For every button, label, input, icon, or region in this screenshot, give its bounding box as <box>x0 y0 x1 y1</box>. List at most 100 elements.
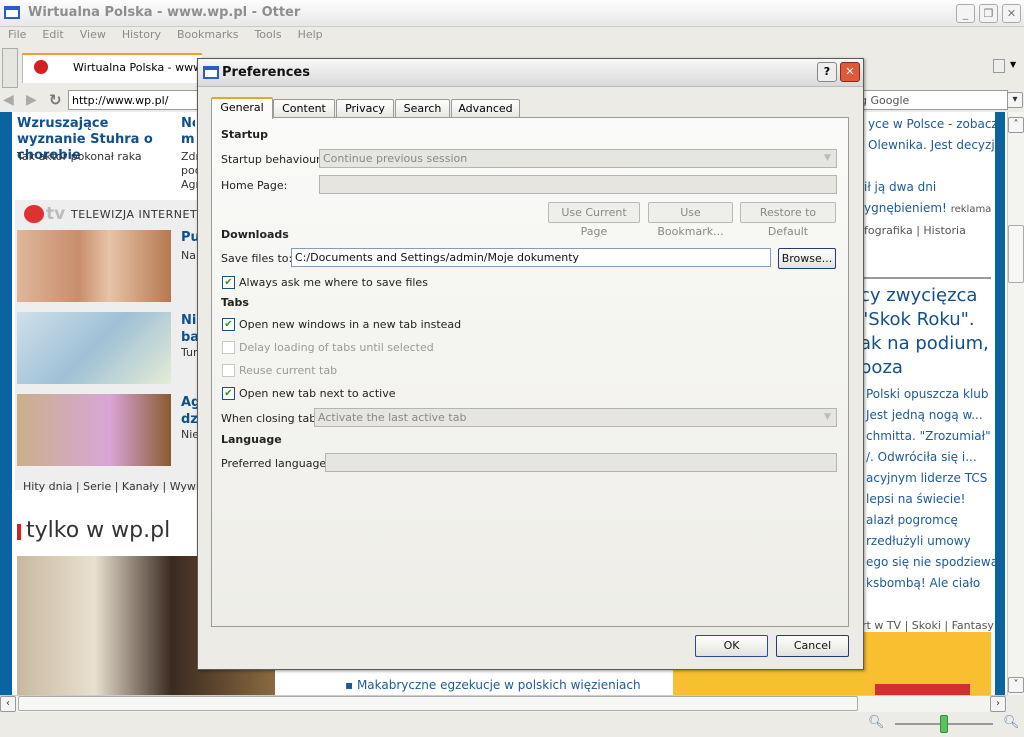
menu-help[interactable]: Help <box>290 27 331 42</box>
news-link[interactable]: ksbombą! Ale ciało <box>866 573 1002 594</box>
use-bookmark-button[interactable]: Use Bookmark... <box>648 202 733 238</box>
news-link[interactable]: Jest jedną nogą w... <box>866 405 1002 426</box>
preferred-language-input[interactable] <box>325 453 837 472</box>
tab-advanced[interactable]: Advanced <box>451 99 520 118</box>
news-link[interactable]: lepsi na świecie! <box>866 489 1002 510</box>
close-button[interactable]: ✕ <box>1002 4 1021 23</box>
restore-default-button[interactable]: Restore to Default <box>740 202 836 238</box>
browser-tab[interactable]: Wirtualna Polska - www.wp.pl <box>22 53 234 83</box>
tv-link[interactable]: Serie <box>83 480 111 493</box>
tab-privacy[interactable]: Privacy <box>336 99 394 118</box>
tv-item-title[interactable]: Ag dz <box>181 394 197 428</box>
always-ask-checkbox[interactable]: ✔ <box>222 276 235 289</box>
tv-item-title[interactable]: Nie ba <box>181 312 197 346</box>
zoom-in-icon[interactable]: 🔍︎ <box>1003 715 1020 730</box>
tv-link[interactable]: Kanały <box>122 480 159 493</box>
main-headline[interactable]: cy zwycięzca "Skok Roku". ak na podium, poz… <box>860 284 989 380</box>
tab-search[interactable]: Search <box>395 99 450 118</box>
open-new-windows-checkbox[interactable]: ✔ <box>222 318 235 331</box>
tv-thumbnail[interactable] <box>17 312 171 384</box>
tv-link[interactable]: Wywiad <box>170 480 197 493</box>
news-link[interactable]: ygnębieniem! reklama <box>864 201 991 215</box>
search-input[interactable]: g Google <box>855 90 1008 110</box>
sport-link[interactable]: Skoki <box>912 619 941 632</box>
open-next-to-active-checkbox[interactable]: ✔ <box>222 387 235 400</box>
ok-button[interactable]: OK <box>695 635 768 657</box>
forward-icon[interactable]: ▶ <box>26 92 37 108</box>
language-heading: Language <box>221 433 282 446</box>
zoom-slider-thumb[interactable] <box>940 715 948 733</box>
home-page-label: Home Page: <box>221 179 288 192</box>
news-link[interactable]: chmitta. "Zrozumiał" <box>866 426 1002 447</box>
scroll-thumb[interactable] <box>1008 225 1024 283</box>
wp-tv-logo <box>24 205 44 223</box>
save-files-label: Save files to: <box>221 252 293 265</box>
news-link[interactable]: Olewnika. Jest decyzja <box>868 138 1002 152</box>
zoom-out-icon[interactable]: 🔍︎ <box>868 715 885 730</box>
tab-content[interactable]: Content <box>273 99 335 118</box>
dialog-close-button[interactable]: ✕ <box>840 62 860 82</box>
preferences-dialog: Preferences ? ✕ General Content Privacy … <box>197 58 864 670</box>
reload-icon[interactable]: ↻ <box>49 91 62 109</box>
delay-loading-checkbox[interactable] <box>222 341 235 354</box>
tab-general[interactable]: General <box>211 97 273 119</box>
menu-edit[interactable]: Edit <box>34 27 71 42</box>
menu-file[interactable]: File <box>0 27 34 42</box>
back-icon[interactable]: ◀ <box>3 92 14 108</box>
reuse-current-tab-checkbox[interactable] <box>222 364 235 377</box>
news-link[interactable]: yce w Polsce - zobacz <box>868 117 998 131</box>
dialog-title: Preferences <box>222 65 310 80</box>
chevron-down-icon: ▼ <box>824 153 831 163</box>
hscroll-thumb[interactable] <box>18 696 858 711</box>
search-engine-dropdown[interactable]: ▾ <box>1007 92 1023 108</box>
help-button[interactable]: ? <box>817 62 837 82</box>
tv-link[interactable]: Hity dnia <box>23 480 72 493</box>
save-files-input[interactable]: C:/Documents and Settings/admin/Moje dok… <box>291 248 771 267</box>
horizontal-scrollbar[interactable]: ‹ › <box>0 695 1007 712</box>
news-link[interactable]: ił ją dwa dni <box>864 180 936 194</box>
info-link[interactable]: fografika <box>864 224 913 237</box>
news-link[interactable]: alazł pogromcę <box>866 510 1002 531</box>
tv-thumbnail[interactable] <box>17 230 171 302</box>
startup-behaviour-label: Startup behaviour: <box>221 153 325 166</box>
news-link[interactable]: Polski opuszcza klub <box>866 384 1002 405</box>
startup-heading: Startup <box>221 128 268 141</box>
sport-link[interactable]: rt w TV <box>862 619 901 632</box>
dialog-titlebar: Preferences ? ✕ <box>198 59 863 87</box>
news-link[interactable]: /. Odwróciła się i... <box>866 447 1002 468</box>
news-link[interactable]: acyjnym liderze TCS <box>866 468 1002 489</box>
sport-link[interactable]: Fantasy <box>952 619 994 632</box>
headline-link-2[interactable]: No mi <box>181 116 195 148</box>
menu-view[interactable]: View <box>72 27 114 42</box>
scroll-left-button[interactable]: ‹ <box>0 696 16 712</box>
tv-item-text: Nie <box>181 428 197 441</box>
headline-subtitle: Tak aktor pokonał raka <box>17 150 142 163</box>
menu-bookmarks[interactable]: Bookmarks <box>169 27 246 42</box>
use-current-page-button[interactable]: Use Current Page <box>548 202 640 238</box>
minimize-button[interactable]: _ <box>956 4 975 23</box>
scroll-down-button[interactable]: ˅ <box>1008 677 1024 693</box>
sidebar-toggle[interactable] <box>2 48 18 88</box>
article-link[interactable]: ▪ Makabryczne egzekucje w polskich więzi… <box>345 678 641 692</box>
closing-tab-label: When closing tab: <box>221 412 320 425</box>
menu-history[interactable]: History <box>114 27 169 42</box>
tv-item-title[interactable]: Pu <box>181 230 197 245</box>
chevron-down-icon[interactable]: ▼ <box>1010 60 1016 69</box>
info-link[interactable]: Historia <box>923 224 965 237</box>
startup-behaviour-select[interactable]: Continue previous session ▼ <box>319 149 837 168</box>
vertical-scrollbar[interactable]: ˄ ˅ <box>1007 112 1024 695</box>
tv-logo-text: tv <box>46 204 66 224</box>
scroll-right-button[interactable]: › <box>990 696 1006 712</box>
tv-thumbnail[interactable] <box>17 394 171 466</box>
maximize-button[interactable]: ❐ <box>979 4 998 23</box>
menu-tools[interactable]: Tools <box>246 27 289 42</box>
news-link[interactable]: rzedłużyli umowy <box>866 531 1002 552</box>
trash-icon[interactable] <box>993 59 1005 73</box>
scroll-up-button[interactable]: ˄ <box>1008 117 1024 133</box>
news-link[interactable]: ego się nie spodziewał <box>866 552 1002 573</box>
browse-button[interactable]: Browse... <box>778 248 836 269</box>
address-bar[interactable]: http://www.wp.pl/ <box>68 90 198 110</box>
home-page-input[interactable] <box>319 175 837 194</box>
closing-tab-select[interactable]: Activate the last active tab ▼ <box>314 408 837 427</box>
cancel-button[interactable]: Cancel <box>776 635 849 657</box>
